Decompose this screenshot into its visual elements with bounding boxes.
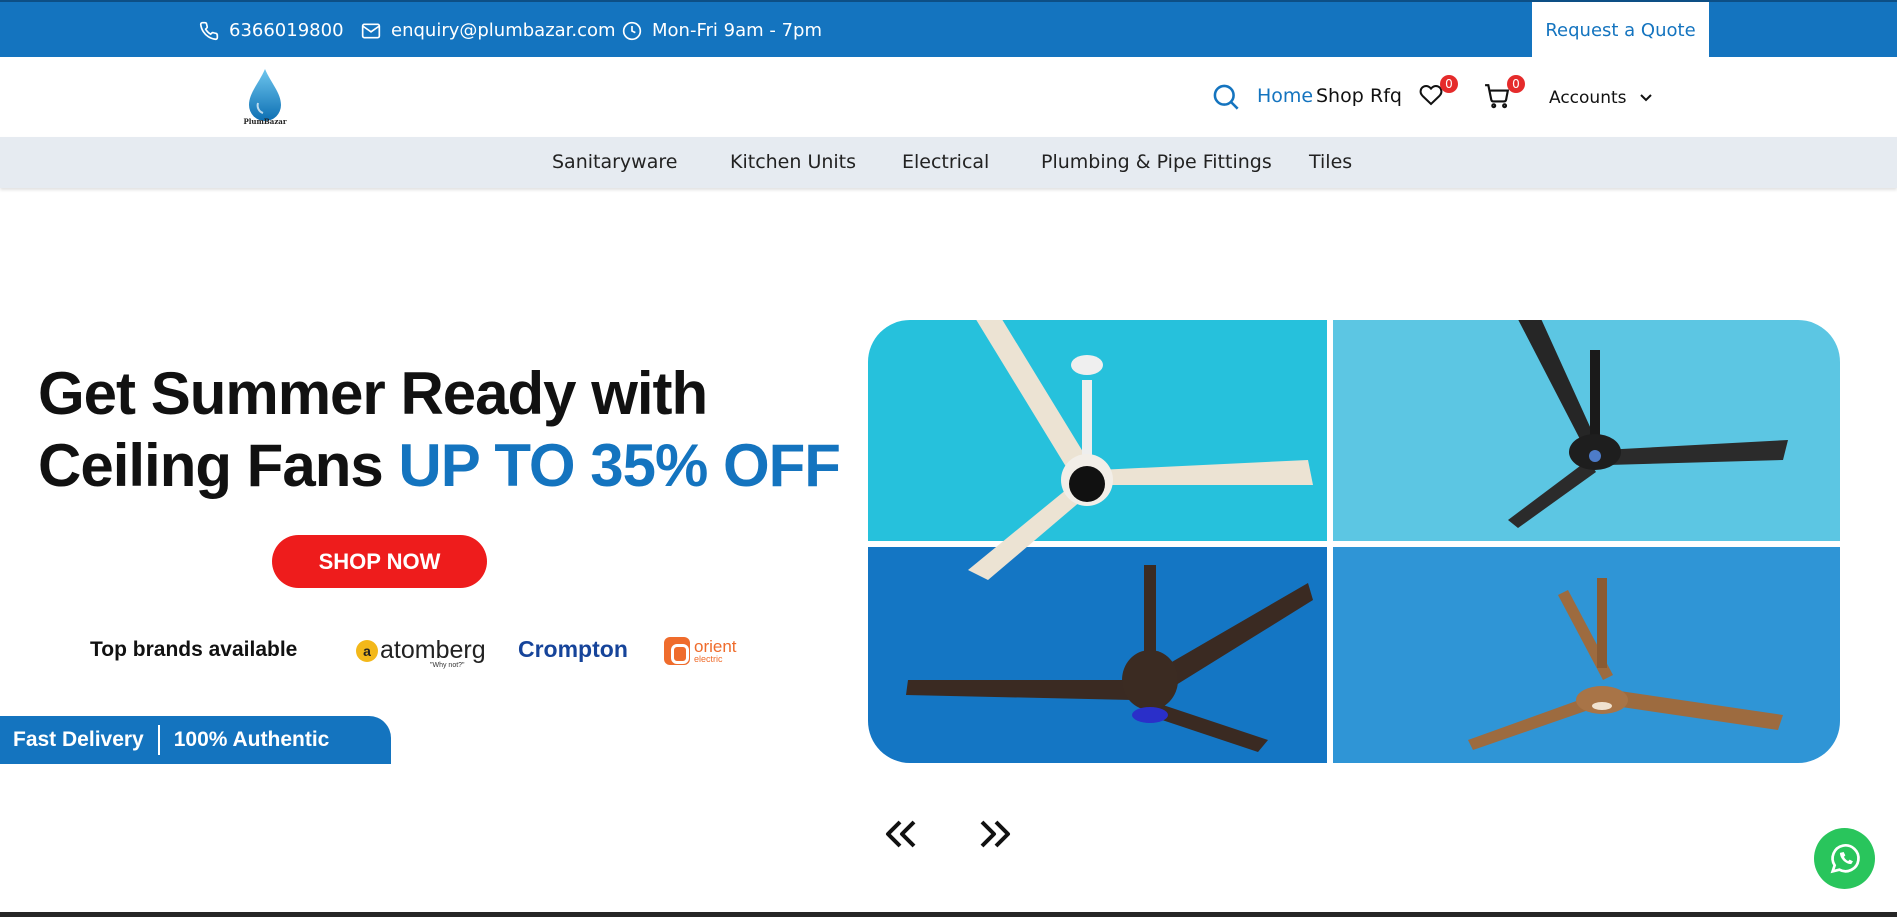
phone-number: 6366019800 [229, 20, 344, 41]
logo-text: PlumBazar [243, 117, 287, 126]
carousel-prev-button[interactable] [882, 818, 918, 854]
chevron-down-icon [1639, 94, 1652, 102]
ribbon-divider [157, 725, 160, 755]
main-header: PlumBazar Home Shop Rfq 0 0 Accounts [0, 57, 1897, 137]
headline-discount: UP TO 35% OFF [398, 432, 841, 499]
nav-home[interactable]: Home [1257, 85, 1313, 107]
category-kitchen-units[interactable]: Kitchen Units [730, 151, 856, 173]
headline-product: Ceiling Fans [38, 432, 384, 499]
orient-sub: electric [694, 654, 723, 664]
carousel-next-button[interactable] [978, 818, 1014, 854]
whatsapp-icon [1830, 843, 1860, 873]
fan-collage-image [868, 320, 1840, 763]
hours-text: Mon-Fri 9am - 7pm [652, 20, 822, 41]
brand-atomberg-logo: a atomberg "Why not?" [356, 636, 486, 669]
accounts-dropdown[interactable]: Accounts [1549, 88, 1653, 108]
category-electrical[interactable]: Electrical [902, 151, 989, 173]
accounts-label: Accounts [1549, 88, 1627, 108]
orient-name: orient [694, 637, 737, 656]
cart-button[interactable]: 0 [1483, 75, 1525, 113]
hero-banner[interactable]: Get Summer Ready with Ceiling Fans UP TO… [0, 240, 1897, 770]
request-quote-button[interactable]: Request a Quote [1532, 2, 1709, 59]
email-contact[interactable]: enquiry@plumbazar.com [361, 20, 616, 41]
banner-headline: Get Summer Ready with Ceiling Fans UP TO… [38, 358, 841, 502]
category-sanitaryware[interactable]: Sanitaryware [552, 151, 677, 173]
atomberg-name: atomberg [380, 636, 486, 664]
orient-mark-icon [664, 637, 690, 665]
double-chevron-right-icon [980, 820, 1010, 848]
wishlist-button[interactable]: 0 [1418, 75, 1458, 111]
wishlist-count-badge: 0 [1440, 75, 1458, 93]
authentic-text: 100% Authentic [173, 728, 330, 751]
headline-line-2: Ceiling Fans UP TO 35% OFF [38, 430, 841, 502]
email-address: enquiry@plumbazar.com [391, 20, 616, 41]
fast-delivery-text: Fast Delivery [13, 728, 144, 751]
nav-shop[interactable]: Shop [1316, 85, 1364, 107]
mail-icon [361, 23, 381, 38]
top-bar: 6366019800 enquiry@plumbazar.com Mon-Fri… [0, 0, 1897, 59]
brands-label: Top brands available [90, 638, 298, 661]
nav-rfq[interactable]: Rfq [1370, 85, 1402, 107]
search-icon[interactable] [1212, 83, 1240, 111]
delivery-ribbon: Fast Delivery 100% Authentic [0, 716, 391, 764]
atomberg-tagline: "Why not?" [430, 662, 465, 669]
phone-icon [199, 21, 219, 40]
double-chevron-left-icon [886, 820, 916, 848]
footer-edge [0, 912, 1897, 917]
atomberg-mark-icon: a [356, 639, 378, 662]
category-tiles[interactable]: Tiles [1309, 151, 1352, 173]
brand-orient-logo: orient electric [664, 637, 737, 665]
cart-count-badge: 0 [1507, 75, 1525, 93]
whatsapp-chat-button[interactable] [1814, 828, 1875, 889]
headline-line-1: Get Summer Ready with [38, 360, 708, 427]
category-nav-bar: Sanitaryware Kitchen Units Electrical Pl… [0, 137, 1897, 188]
fan-image-grid [868, 320, 1840, 763]
phone-contact[interactable]: 6366019800 [199, 20, 344, 41]
shop-now-button[interactable]: SHOP NOW [272, 535, 487, 588]
category-plumbing[interactable]: Plumbing & Pipe Fittings [1041, 151, 1272, 173]
brand-crompton-logo: Crompton [518, 636, 628, 662]
clock-icon [622, 21, 642, 40]
business-hours: Mon-Fri 9am - 7pm [622, 20, 822, 41]
